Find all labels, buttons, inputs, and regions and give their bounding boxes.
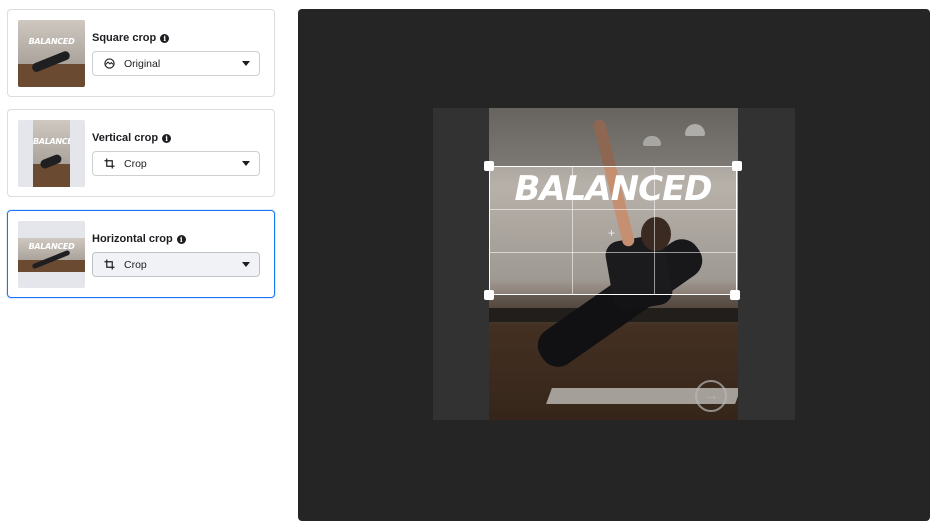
crop-handle-bottom-left[interactable] bbox=[484, 290, 494, 300]
image-overlay-text: BALANCED bbox=[514, 169, 712, 209]
crop-handle-top-right[interactable] bbox=[732, 161, 742, 171]
info-icon[interactable]: i bbox=[176, 234, 186, 244]
crop-icon bbox=[102, 259, 116, 270]
square-crop-title: Square crop i bbox=[92, 32, 170, 44]
chevron-down-icon bbox=[242, 61, 250, 66]
thumbnail-overlay-text: BALANCED bbox=[33, 137, 70, 147]
crop-canvas[interactable]: → BALANCED + bbox=[433, 108, 795, 420]
vertical-crop-thumbnail: BALANCED bbox=[18, 120, 85, 187]
info-icon[interactable]: i bbox=[162, 133, 172, 143]
square-crop-value: Original bbox=[124, 57, 161, 70]
crop-mask-top bbox=[489, 108, 738, 166]
vertical-crop-dropdown[interactable]: Crop bbox=[92, 151, 260, 176]
horizontal-crop-thumbnail: BALANCED bbox=[18, 221, 85, 288]
crop-grid-line bbox=[654, 167, 655, 294]
crop-handle-top-left[interactable] bbox=[484, 161, 494, 171]
horizontal-crop-dropdown[interactable]: Crop bbox=[92, 252, 260, 277]
crosshair-icon: + bbox=[608, 226, 616, 240]
vertical-crop-label: Vertical crop bbox=[92, 132, 159, 144]
vertical-crop-value: Crop bbox=[124, 157, 147, 170]
chevron-down-icon bbox=[242, 161, 250, 166]
square-crop-label: Square crop bbox=[92, 32, 157, 44]
crop-icon bbox=[102, 158, 116, 169]
crop-grid-line bbox=[572, 167, 573, 294]
square-crop-thumbnail: BALANCED bbox=[18, 20, 85, 87]
horizontal-crop-value: Crop bbox=[124, 258, 147, 271]
thumbnail-overlay-text: BALANCED bbox=[28, 37, 75, 47]
crop-editor-panel: → BALANCED + bbox=[298, 9, 930, 521]
thumbnail-overlay-text: BALANCED bbox=[28, 242, 75, 252]
crop-handle-bottom-right[interactable] bbox=[730, 290, 740, 300]
horizontal-crop-title: Horizontal crop i bbox=[92, 233, 186, 245]
original-icon bbox=[102, 58, 116, 69]
crop-grid-line bbox=[490, 252, 736, 253]
square-crop-dropdown[interactable]: Original bbox=[92, 51, 260, 76]
crop-mask-bottom bbox=[489, 295, 738, 420]
crop-grid-line bbox=[490, 209, 736, 210]
horizontal-crop-label: Horizontal crop bbox=[92, 233, 173, 245]
crop-selection-box[interactable]: BALANCED + bbox=[489, 166, 737, 295]
chevron-down-icon bbox=[242, 262, 250, 267]
crop-card-vertical[interactable]: BALANCED Vertical crop i Crop bbox=[7, 109, 275, 197]
crop-card-horizontal[interactable]: BALANCED Horizontal crop i Crop bbox=[7, 210, 275, 298]
vertical-crop-title: Vertical crop i bbox=[92, 132, 172, 144]
crop-card-square[interactable]: BALANCED Square crop i Original bbox=[7, 9, 275, 97]
info-icon[interactable]: i bbox=[160, 33, 170, 43]
